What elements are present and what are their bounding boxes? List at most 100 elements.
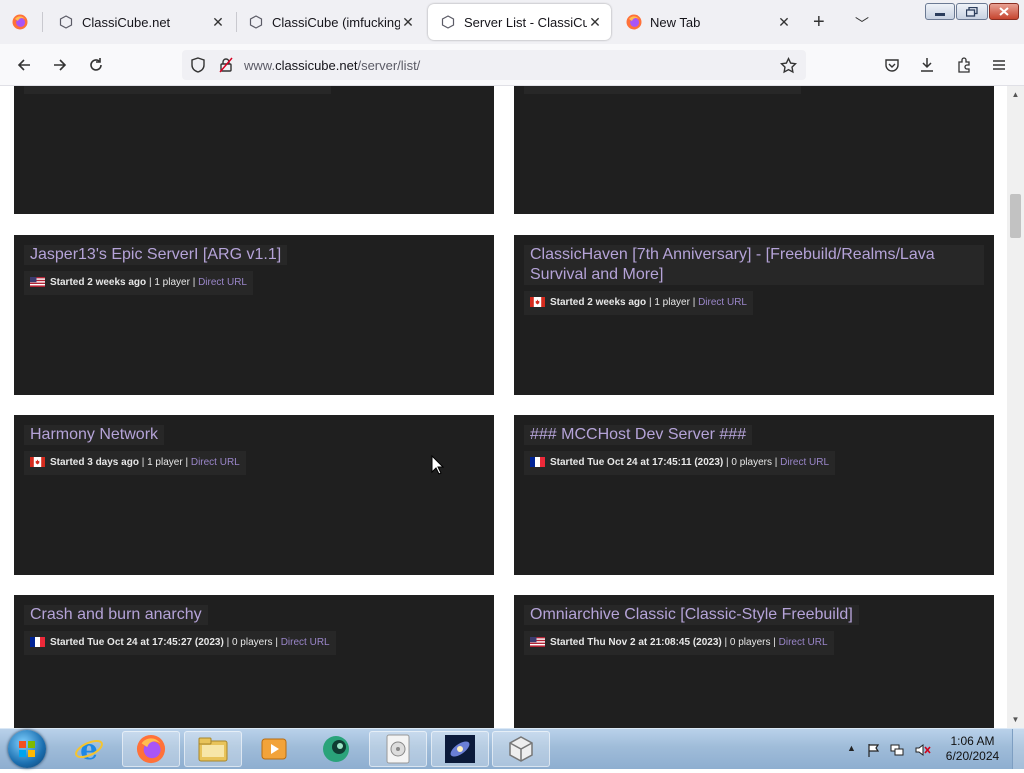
tab-title: ClassiCube (imfuckingcc: [272, 14, 400, 30]
svg-text:e: e: [80, 734, 98, 764]
scrollbar-thumb[interactable]: [1010, 194, 1021, 238]
server-title-link[interactable]: Jasper13's Epic ServerI [ARG v1.1]: [24, 245, 288, 265]
action-center-flag-icon[interactable]: [867, 743, 881, 757]
ca-flag-icon: [530, 297, 550, 308]
server-meta: Started Thu Nov 2 at 21:08:45 (2023) | 0…: [524, 631, 834, 655]
tab-separator: [42, 12, 43, 32]
close-tab-icon[interactable]: ✕: [776, 14, 792, 31]
separator: |: [275, 637, 278, 648]
galaxy-icon[interactable]: [431, 731, 489, 767]
server-started: Started Tue Oct 24 at 17:45:52 (2023): [50, 86, 224, 87]
firefox-taskbar-button[interactable]: [122, 731, 180, 767]
disc-icon[interactable]: [369, 731, 427, 767]
volume-muted-icon[interactable]: [915, 743, 931, 757]
scroll-up-arrow-icon[interactable]: ▲: [1007, 86, 1024, 103]
file-explorer-icon[interactable]: [184, 731, 242, 767]
url-domain: classicube.net: [275, 58, 358, 73]
firefox-menu-icon[interactable]: [12, 14, 28, 30]
media-player-icon[interactable]: [245, 731, 303, 767]
server-title-link[interactable]: ClassicHaven [7th Anniversary] - [Freebu…: [524, 245, 984, 285]
restore-window-button[interactable]: [956, 3, 988, 20]
fr-flag-icon: [30, 86, 50, 87]
back-arrow-icon[interactable]: [13, 54, 35, 76]
server-started: Started 2 weeks ago: [50, 277, 147, 288]
reload-icon[interactable]: [85, 54, 107, 76]
show-hidden-icons-icon[interactable]: ▲: [847, 743, 856, 753]
separator: |: [192, 277, 196, 288]
ca-flag-icon: [30, 457, 50, 468]
server-started: Started Tue Oct 24 at 17:45:27 (2023): [50, 637, 224, 648]
server-card: Omniarchive Classic [Classic-Style Freeb…: [514, 595, 994, 728]
close-tab-icon[interactable]: ✕: [210, 14, 226, 31]
minimize-window-button[interactable]: [925, 3, 955, 20]
clock-time: 1:06 AM: [950, 734, 995, 748]
hamburger-menu-icon[interactable]: [988, 54, 1010, 76]
separator: |: [741, 86, 744, 87]
server-meta: Started Tue Oct 24 at 17:45:11 (2023) | …: [524, 451, 836, 475]
url-prefix: www.: [244, 58, 276, 73]
cyberlink-icon[interactable]: [307, 731, 365, 767]
download-icon[interactable]: [916, 54, 938, 76]
vertical-scrollbar[interactable]: ▲ ▼: [1007, 86, 1024, 728]
server-started: Started Sun Apr 14 at 19:47:33: [550, 86, 694, 87]
server-meta: Started Tue Oct 24 at 17:45:27 (2023) | …: [24, 631, 336, 655]
firefox-icon: [136, 734, 166, 764]
extensions-icon[interactable]: [953, 54, 975, 76]
taskbar-clock[interactable]: 1:06 AM 6/20/2024: [935, 734, 1010, 764]
network-icon[interactable]: [890, 743, 904, 757]
server-title-link[interactable]: Harmony Network: [24, 425, 165, 445]
show-desktop-button[interactable]: [1012, 729, 1024, 769]
tab-list-chevron-icon[interactable]: ﹀: [855, 14, 869, 34]
server-started: Started 2 weeks ago: [550, 297, 647, 308]
bookmark-star-icon[interactable]: [779, 56, 798, 79]
direct-url-link[interactable]: Direct URL: [276, 86, 325, 87]
server-card: Started Sun Apr 14 at 19:47:33 | 1 playe…: [514, 86, 994, 214]
direct-url-link[interactable]: Direct URL: [191, 457, 240, 468]
tab-title: Server List - ClassiCube.n: [464, 14, 587, 30]
separator: |: [773, 637, 776, 648]
server-title-link[interactable]: ### MCCHost Dev Server ###: [524, 425, 753, 445]
separator: |: [648, 297, 652, 308]
server-card: ### MCCHost Dev Server ### Started Tue Oc…: [514, 415, 994, 575]
classicube-icon[interactable]: [492, 731, 550, 767]
scroll-down-arrow-icon[interactable]: ▼: [1007, 711, 1024, 728]
windows-taskbar: e ▲ 1:06 AM 6/20/2024: [0, 728, 1024, 769]
firefox-icon: [626, 14, 642, 30]
separator: |: [774, 457, 778, 468]
close-tab-icon[interactable]: ✕: [587, 14, 603, 31]
close-window-button[interactable]: [989, 3, 1019, 20]
tab-classicube-account[interactable]: ClassiCube (imfuckingcc ✕: [236, 4, 424, 40]
shield-icon[interactable]: [190, 57, 206, 78]
internet-explorer-icon[interactable]: e: [60, 731, 118, 767]
direct-url-link[interactable]: Direct URL: [698, 297, 747, 308]
us-flag-icon: [530, 86, 550, 87]
start-orb[interactable]: [8, 730, 46, 768]
server-card: Started Tue Oct 24 at 17:45:52 (2023) | …: [14, 86, 494, 214]
direct-url-link[interactable]: Direct URL: [779, 637, 828, 648]
server-meta: Started 2 weeks ago | 1 player | Direct …: [524, 291, 753, 315]
close-tab-icon[interactable]: ✕: [400, 14, 416, 31]
server-card: ClassicHaven [7th Anniversary] - [Freebu…: [514, 235, 994, 395]
server-card: Jasper13's Epic ServerI [ARG v1.1] Starte…: [14, 235, 494, 395]
new-tab-button[interactable]: +: [813, 12, 825, 32]
separator: |: [726, 457, 729, 468]
direct-url-link[interactable]: Direct URL: [281, 637, 330, 648]
separator: |: [227, 86, 230, 87]
server-title-link[interactable]: Omniarchive Classic [Classic-Style Freeb…: [524, 605, 859, 625]
server-players: 1 player: [654, 297, 690, 308]
tab-server-list[interactable]: Server List - ClassiCube.n ✕: [428, 4, 611, 40]
tab-classicube-home[interactable]: ClassiCube.net ✕: [46, 4, 234, 40]
server-title-link[interactable]: Crash and burn anarchy: [24, 605, 208, 625]
url-text[interactable]: www.classicube.net/server/list/: [244, 58, 420, 73]
us-flag-icon: [30, 277, 50, 288]
direct-url-link[interactable]: Direct URL: [746, 86, 795, 87]
forward-arrow-icon[interactable]: [49, 54, 71, 76]
address-bar[interactable]: www.classicube.net/server/list/: [182, 50, 806, 80]
pocket-icon[interactable]: [881, 54, 903, 76]
direct-url-link[interactable]: Direct URL: [198, 277, 247, 288]
globe-icon: [440, 14, 456, 30]
insecure-lock-icon[interactable]: [218, 57, 234, 78]
separator: |: [692, 297, 696, 308]
tab-new-tab[interactable]: New Tab ✕: [614, 4, 800, 40]
direct-url-link[interactable]: Direct URL: [780, 457, 829, 468]
